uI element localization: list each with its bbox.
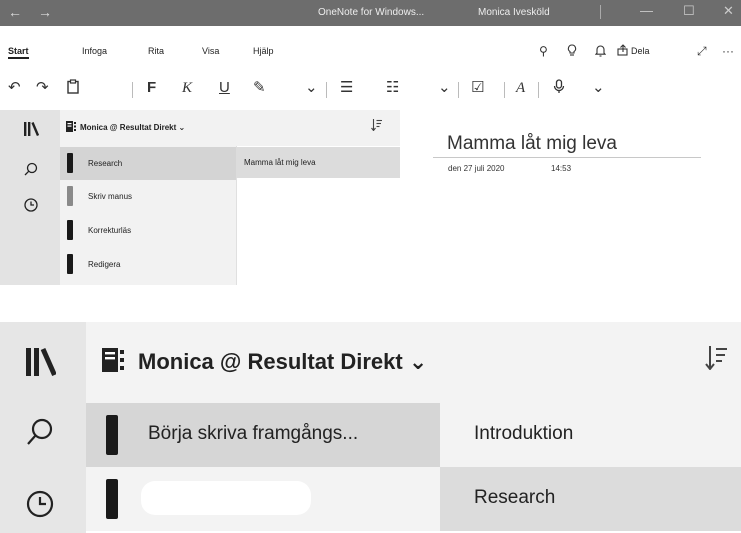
chevron-down-icon[interactable]: ⌄ bbox=[592, 79, 605, 97]
bold-button[interactable]: F bbox=[147, 79, 156, 97]
maximize-icon[interactable]: ☐ bbox=[683, 3, 695, 19]
ribbon-toolbar: ↶ ↷ F K U ✎ ⌄ ☰ ☷ ⌄ ☑ A ⌄ bbox=[0, 72, 741, 106]
page-time: 14:53 bbox=[551, 164, 572, 173]
minimize-icon[interactable]: — bbox=[640, 3, 653, 18]
search-icon[interactable]: ⚲ bbox=[539, 44, 548, 58]
styles-icon[interactable]: A bbox=[516, 79, 525, 97]
section-tab-icon bbox=[106, 415, 118, 455]
sort-icon[interactable] bbox=[371, 119, 382, 134]
page-item[interactable]: Mamma låt mig leva bbox=[236, 147, 400, 178]
section-tab-icon bbox=[106, 479, 118, 519]
ribbon-tabs: Start Infoga Rita Visa Hjälp ⚲ Dela ⤢ ··… bbox=[0, 26, 741, 70]
share-button[interactable]: Dela bbox=[631, 46, 650, 56]
section-tab-icon bbox=[67, 153, 73, 173]
titlebar-divider bbox=[600, 5, 601, 19]
notebook-selector[interactable]: Monica @ Resultat Direkt ⌄ bbox=[102, 348, 427, 375]
notebooks-icon[interactable] bbox=[24, 122, 40, 139]
page-item[interactable]: Research bbox=[440, 467, 741, 531]
app-title: OneNote for Windows... bbox=[318, 7, 425, 18]
recent-clock-icon[interactable] bbox=[26, 490, 54, 525]
microphone-icon[interactable] bbox=[553, 79, 565, 99]
notebooks-icon[interactable] bbox=[26, 347, 57, 383]
section-item[interactable]: Korrekturläs bbox=[60, 214, 236, 247]
chevron-down-icon[interactable]: ⌄ bbox=[438, 79, 451, 97]
section-item[interactable]: Skriv manus bbox=[60, 180, 236, 213]
recent-clock-icon[interactable] bbox=[24, 198, 38, 215]
tab-visa[interactable]: Visa bbox=[202, 46, 219, 56]
more-icon[interactable]: ··· bbox=[722, 44, 734, 58]
notebook-icon bbox=[102, 348, 124, 372]
onenote-window-small: ← → OneNote for Windows... Monica Iveskö… bbox=[0, 0, 741, 285]
section-item[interactable]: Research bbox=[60, 147, 236, 180]
onenote-window-zoomed: Monica @ Resultat Direkt ⌄ Börja skriva … bbox=[0, 322, 741, 533]
section-label: Research bbox=[88, 159, 123, 168]
tab-infoga[interactable]: Infoga bbox=[82, 46, 107, 56]
page-date: den 27 juli 2020 bbox=[448, 164, 505, 173]
chevron-down-icon[interactable]: ⌄ bbox=[305, 79, 318, 97]
notebook-icon bbox=[66, 121, 76, 132]
search-icon[interactable] bbox=[26, 418, 54, 453]
nav-rail bbox=[0, 110, 60, 285]
notebook-name: Monica @ Resultat Direkt bbox=[80, 123, 177, 132]
share-icon[interactable] bbox=[617, 44, 629, 59]
page-label: Research bbox=[474, 487, 556, 508]
toolbar-divider bbox=[132, 82, 133, 98]
lightbulb-icon[interactable] bbox=[567, 44, 577, 60]
notebook-selector[interactable]: Monica @ Resultat Direkt ⌄ bbox=[66, 121, 185, 132]
section-label: Korrekturläs bbox=[88, 226, 132, 235]
section-tab-icon bbox=[67, 186, 73, 206]
chevron-down-icon: ⌄ bbox=[178, 123, 186, 132]
page-label: Mamma låt mig leva bbox=[244, 158, 316, 167]
chevron-down-icon: ⌄ bbox=[408, 349, 428, 374]
page-item[interactable]: Introduktion bbox=[440, 403, 741, 467]
expand-icon[interactable]: ⤢ bbox=[697, 44, 707, 59]
page-canvas[interactable]: Mamma låt mig leva den 27 juli 2020 14:5… bbox=[400, 110, 741, 285]
section-tab-icon bbox=[67, 254, 73, 274]
numbered-list-icon[interactable]: ☷ bbox=[386, 79, 399, 97]
undo-icon[interactable]: ↶ bbox=[8, 79, 21, 97]
user-name[interactable]: Monica Ivesköld bbox=[478, 7, 550, 18]
close-icon[interactable]: ✕ bbox=[723, 3, 734, 19]
clipboard-icon[interactable] bbox=[66, 79, 80, 99]
bell-icon[interactable] bbox=[594, 44, 607, 60]
nav-rail bbox=[0, 322, 86, 533]
section-label: Börja skriva framgångs... bbox=[148, 423, 359, 444]
section-item[interactable] bbox=[86, 467, 440, 531]
forward-arrow-icon[interactable]: → bbox=[38, 4, 52, 20]
notebook-panel: Monica @ Resultat Direkt ⌄ Research Skri… bbox=[60, 110, 400, 285]
section-label: Skriv manus bbox=[88, 192, 133, 201]
toolbar-divider bbox=[504, 82, 505, 98]
section-item[interactable]: Redigera bbox=[60, 248, 236, 281]
italic-button[interactable]: K bbox=[182, 79, 192, 97]
tab-rita[interactable]: Rita bbox=[148, 46, 164, 56]
section-tab-icon bbox=[67, 220, 73, 240]
tab-start[interactable]: Start bbox=[8, 46, 29, 59]
toolbar-divider bbox=[458, 82, 459, 98]
tag-icon[interactable]: ☑ bbox=[471, 79, 484, 97]
redacted-label bbox=[141, 481, 311, 515]
back-arrow-icon[interactable]: ← bbox=[8, 4, 22, 20]
page-title[interactable]: Mamma låt mig leva bbox=[447, 133, 617, 155]
notebook-header: Monica @ Resultat Direkt ⌄ bbox=[86, 322, 741, 403]
title-underline bbox=[433, 157, 701, 158]
page-label: Introduktion bbox=[474, 423, 574, 444]
underline-button[interactable]: U bbox=[219, 79, 230, 97]
highlight-icon[interactable]: ✎ bbox=[253, 79, 266, 97]
section-item[interactable]: Börja skriva framgångs... bbox=[86, 403, 440, 467]
tab-hjalp[interactable]: Hjälp bbox=[253, 46, 274, 56]
title-bar: ← → OneNote for Windows... Monica Iveskö… bbox=[0, 0, 741, 26]
sort-icon[interactable] bbox=[705, 346, 727, 376]
notebook-name: Monica @ Resultat Direkt bbox=[138, 349, 403, 374]
redo-icon[interactable]: ↷ bbox=[36, 79, 49, 97]
toolbar-divider bbox=[326, 82, 327, 98]
toolbar-divider bbox=[538, 82, 539, 98]
section-label: Redigera bbox=[88, 260, 121, 269]
search-icon[interactable] bbox=[24, 162, 38, 179]
bullet-list-icon[interactable]: ☰ bbox=[340, 79, 353, 97]
